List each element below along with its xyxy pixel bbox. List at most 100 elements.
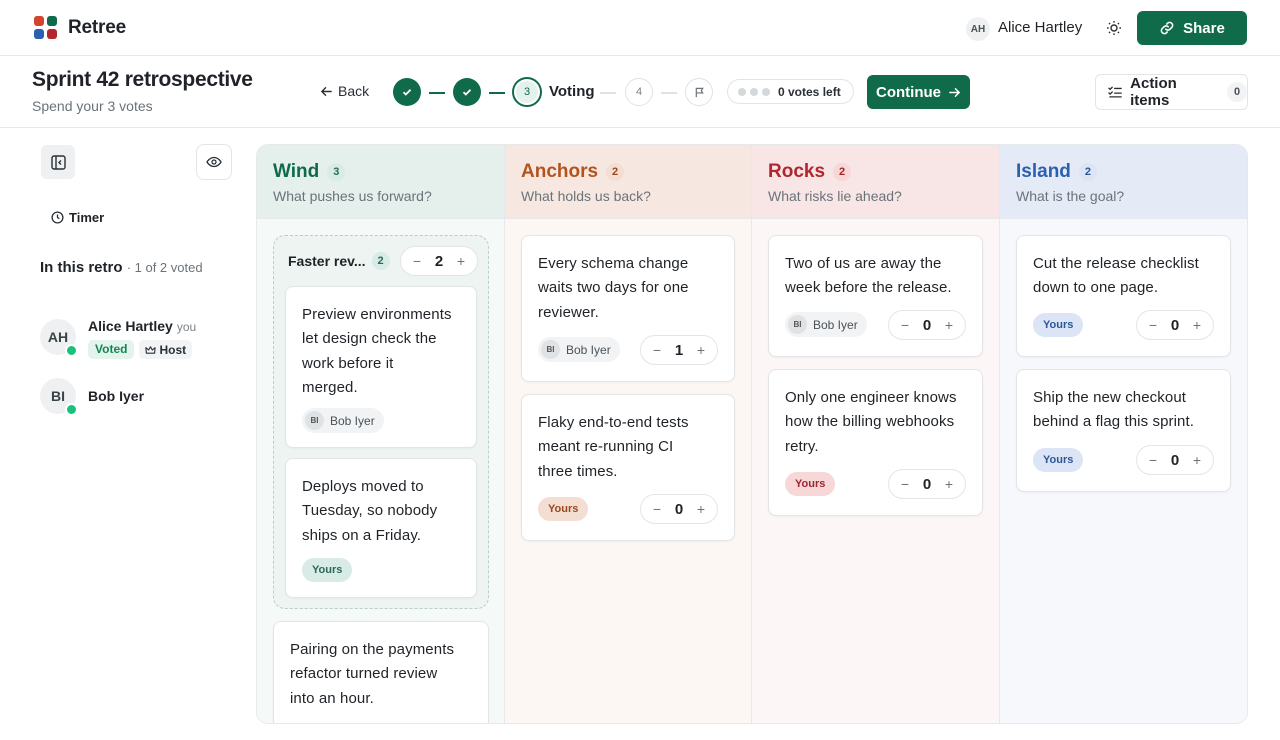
step-connector — [661, 92, 677, 94]
vote-stepper[interactable]: − 0 + — [640, 494, 718, 524]
decrement-vote-button[interactable]: − — [1147, 317, 1159, 333]
decrement-vote-button[interactable]: − — [1147, 452, 1159, 468]
participant-name: Bob Iyer — [88, 388, 145, 404]
retro-card[interactable]: Pairing on the payments refactor turned … — [273, 621, 489, 723]
column-anchors: Anchors 2 What holds us back? Every sche… — [505, 145, 752, 723]
vote-count: 0 — [1170, 316, 1180, 334]
arrow-left-icon — [320, 86, 332, 96]
card-author: BI Bob Iyer — [785, 312, 867, 337]
group-title: Faster rev... 2 — [288, 252, 390, 270]
toggle-visibility-button[interactable] — [196, 144, 232, 180]
retro-card[interactable]: Preview environments let design check th… — [285, 286, 477, 448]
decrement-vote-button[interactable]: − — [899, 317, 911, 333]
sun-icon — [1107, 21, 1121, 35]
continue-button[interactable]: Continue — [867, 75, 970, 109]
card-author: BI Bob Iyer — [538, 337, 620, 362]
retro-board: Wind 3 What pushes us forward? Faster re… — [256, 144, 1248, 724]
increment-vote-button[interactable]: + — [1191, 317, 1203, 333]
decrement-vote-button[interactable]: − — [411, 253, 423, 269]
increment-vote-button[interactable]: + — [695, 501, 707, 517]
arrow-right-icon — [949, 87, 961, 97]
vote-stepper[interactable]: − 0 + — [888, 310, 966, 340]
participants-voted: · 1 of 2 voted — [126, 260, 203, 275]
card-text: Ship the new checkout behind a flag this… — [1033, 389, 1195, 431]
retro-card[interactable]: Deploys moved to Tuesday, so nobody ship… — [285, 458, 477, 598]
vote-count: 0 — [922, 316, 932, 334]
link-icon — [1160, 21, 1174, 35]
retro-card[interactable]: Cut the release checklist down to one pa… — [1016, 235, 1231, 357]
column-island: Island 2 What is the goal? Cut the relea… — [1000, 145, 1247, 723]
decrement-vote-button[interactable]: − — [651, 342, 663, 358]
column-rocks: Rocks 2 What risks lie ahead? Two of us … — [752, 145, 1000, 723]
timer-label: Timer — [69, 210, 105, 225]
share-button[interactable]: Share — [1137, 11, 1247, 45]
theme-toggle-button[interactable] — [1104, 18, 1124, 38]
step-connector — [600, 92, 616, 94]
check-icon — [462, 89, 472, 96]
card-text: Deploys moved to Tuesday, so nobody ship… — [302, 478, 438, 544]
step-3-current[interactable]: 3 — [512, 77, 542, 107]
avatar: BI — [40, 378, 78, 416]
column-header: Anchors 2 What holds us back? — [505, 145, 751, 219]
yours-badge: Yours — [785, 472, 836, 496]
action-items-button[interactable]: Action items 0 — [1095, 74, 1248, 110]
vote-stepper[interactable]: − 1 + — [640, 335, 718, 365]
participants-heading: In this retro · 1 of 2 voted — [40, 259, 203, 276]
increment-vote-button[interactable]: + — [1191, 452, 1203, 468]
retro-card[interactable]: Every schema change waits two days for o… — [521, 235, 735, 382]
avatar[interactable]: AH — [966, 17, 990, 41]
author-name: Bob Iyer — [330, 413, 375, 428]
yours-badge: Yours — [302, 558, 353, 582]
decrement-vote-button[interactable]: − — [899, 476, 911, 492]
column-count: 2 — [606, 163, 625, 181]
collapse-sidebar-button[interactable] — [41, 145, 75, 179]
vote-stepper[interactable]: − 0 + — [1136, 445, 1214, 475]
vote-count: 0 — [1170, 451, 1180, 469]
column-header: Island 2 What is the goal? — [1000, 145, 1247, 219]
column-title-text: Island — [1016, 161, 1071, 182]
retro-card[interactable]: Only one engineer knows how the billing … — [768, 369, 983, 516]
column-title-text: Anchors — [521, 161, 599, 182]
step-2-done[interactable] — [453, 78, 481, 106]
retro-card[interactable]: Ship the new checkout behind a flag this… — [1016, 369, 1231, 492]
increment-vote-button[interactable]: + — [455, 253, 467, 269]
increment-vote-button[interactable]: + — [695, 342, 707, 358]
back-label: Back — [338, 83, 370, 99]
step-4[interactable]: 4 — [625, 78, 653, 106]
action-items-label: Action items — [1130, 75, 1177, 109]
yours-badge: Yours — [1033, 448, 1084, 472]
vote-stepper[interactable]: − 0 + — [888, 469, 966, 499]
card-text: Cut the release checklist down to one pa… — [1033, 255, 1199, 297]
vote-stepper[interactable]: − 0 + — [1136, 310, 1214, 340]
column-title: Anchors 2 — [521, 161, 625, 183]
vote-stepper[interactable]: − 2 + — [400, 246, 478, 276]
increment-vote-button[interactable]: + — [943, 476, 955, 492]
user-name[interactable]: Alice Hartley — [998, 19, 1082, 36]
back-button[interactable]: Back — [320, 83, 369, 99]
retro-card[interactable]: Two of us are away the week before the r… — [768, 235, 983, 357]
increment-vote-button[interactable]: + — [943, 317, 955, 333]
avatar-initials: AH — [47, 329, 69, 345]
participant-alice[interactable]: AH Alice Hartley you Voted Host — [40, 318, 197, 359]
voted-badge: Voted — [88, 340, 135, 359]
votes-left-label: 0 votes left — [778, 84, 841, 99]
step-5-finish[interactable] — [685, 78, 713, 106]
vote-count: 0 — [922, 475, 932, 493]
participant-name: Alice Hartley — [88, 318, 173, 334]
author-name: Bob Iyer — [566, 342, 611, 357]
timer-button[interactable]: Timer — [51, 210, 104, 225]
host-badge: Host — [139, 340, 193, 359]
vote-dot — [762, 87, 770, 96]
step-1-done[interactable] — [393, 78, 421, 106]
decrement-vote-button[interactable]: − — [651, 501, 663, 517]
avatar-initials: BI — [51, 388, 65, 404]
group-title-text: Faster rev... — [288, 253, 366, 269]
card-group[interactable]: Faster rev... 2 − 2 + Preview environmen… — [273, 235, 489, 609]
author-avatar: BI — [541, 340, 560, 359]
host-label: Host — [159, 342, 187, 357]
checklist-icon — [1108, 86, 1122, 98]
retro-card[interactable]: Flaky end-to-end tests meant re-running … — [521, 394, 735, 541]
you-label: you — [176, 320, 197, 334]
column-count: 2 — [1078, 163, 1097, 181]
participant-bob[interactable]: BI Bob Iyer — [40, 378, 145, 416]
